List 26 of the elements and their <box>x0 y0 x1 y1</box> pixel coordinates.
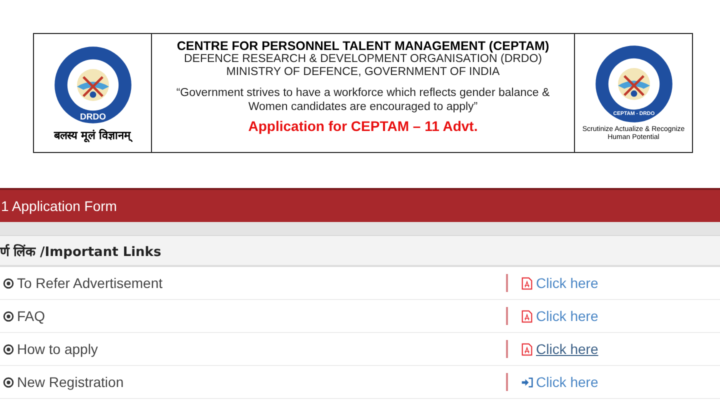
form-title: 1 Application Form <box>1 198 117 214</box>
link-label: To Refer Advertisement <box>17 275 163 291</box>
org-title: CENTRE FOR PERSONNEL TALENT MANAGEMENT (CEPTAM) <box>176 39 550 53</box>
link-label: FAQ <box>17 308 46 324</box>
circle-bullet-icon <box>3 278 14 288</box>
link-label: How to apply <box>17 341 98 357</box>
emblem-logo: DRDO <box>52 44 132 124</box>
pdf-file-icon <box>521 276 533 290</box>
org-subtitle: DEFENCE RESEARCH & DEVELOPMENT ORGANISATION (DRDO) <box>184 53 542 66</box>
quote-text: “Government strives to have a workforce which reflects gender balance & <box>176 87 550 101</box>
panel-heading: र्ण लिंक /Important Links <box>0 243 162 260</box>
circle-bullet-icon <box>3 310 14 322</box>
pdf-file-icon <box>521 342 533 356</box>
link-label: New Registration <box>17 374 124 390</box>
click-here-link[interactable]: Click here <box>521 374 598 390</box>
sign-in-icon <box>521 376 533 388</box>
quote-text: Women candidates are encouraged to apply” <box>248 100 478 114</box>
application-title: Application for CEPTAM – 11 Advt. <box>248 118 478 134</box>
motto-text: बलस्य मूलं विज्ञानम् <box>54 128 131 142</box>
click-here-link[interactable]: Click here <box>521 308 598 324</box>
click-here-link[interactable]: Click here <box>521 341 598 357</box>
circle-bullet-icon <box>3 376 14 388</box>
circle-bullet-icon <box>3 344 14 354</box>
pdf-file-icon <box>521 310 533 322</box>
org-subtitle: MINISTRY OF DEFENCE, GOVERNMENT OF INDIA <box>226 66 500 80</box>
click-here-link[interactable]: Click here <box>521 275 598 291</box>
